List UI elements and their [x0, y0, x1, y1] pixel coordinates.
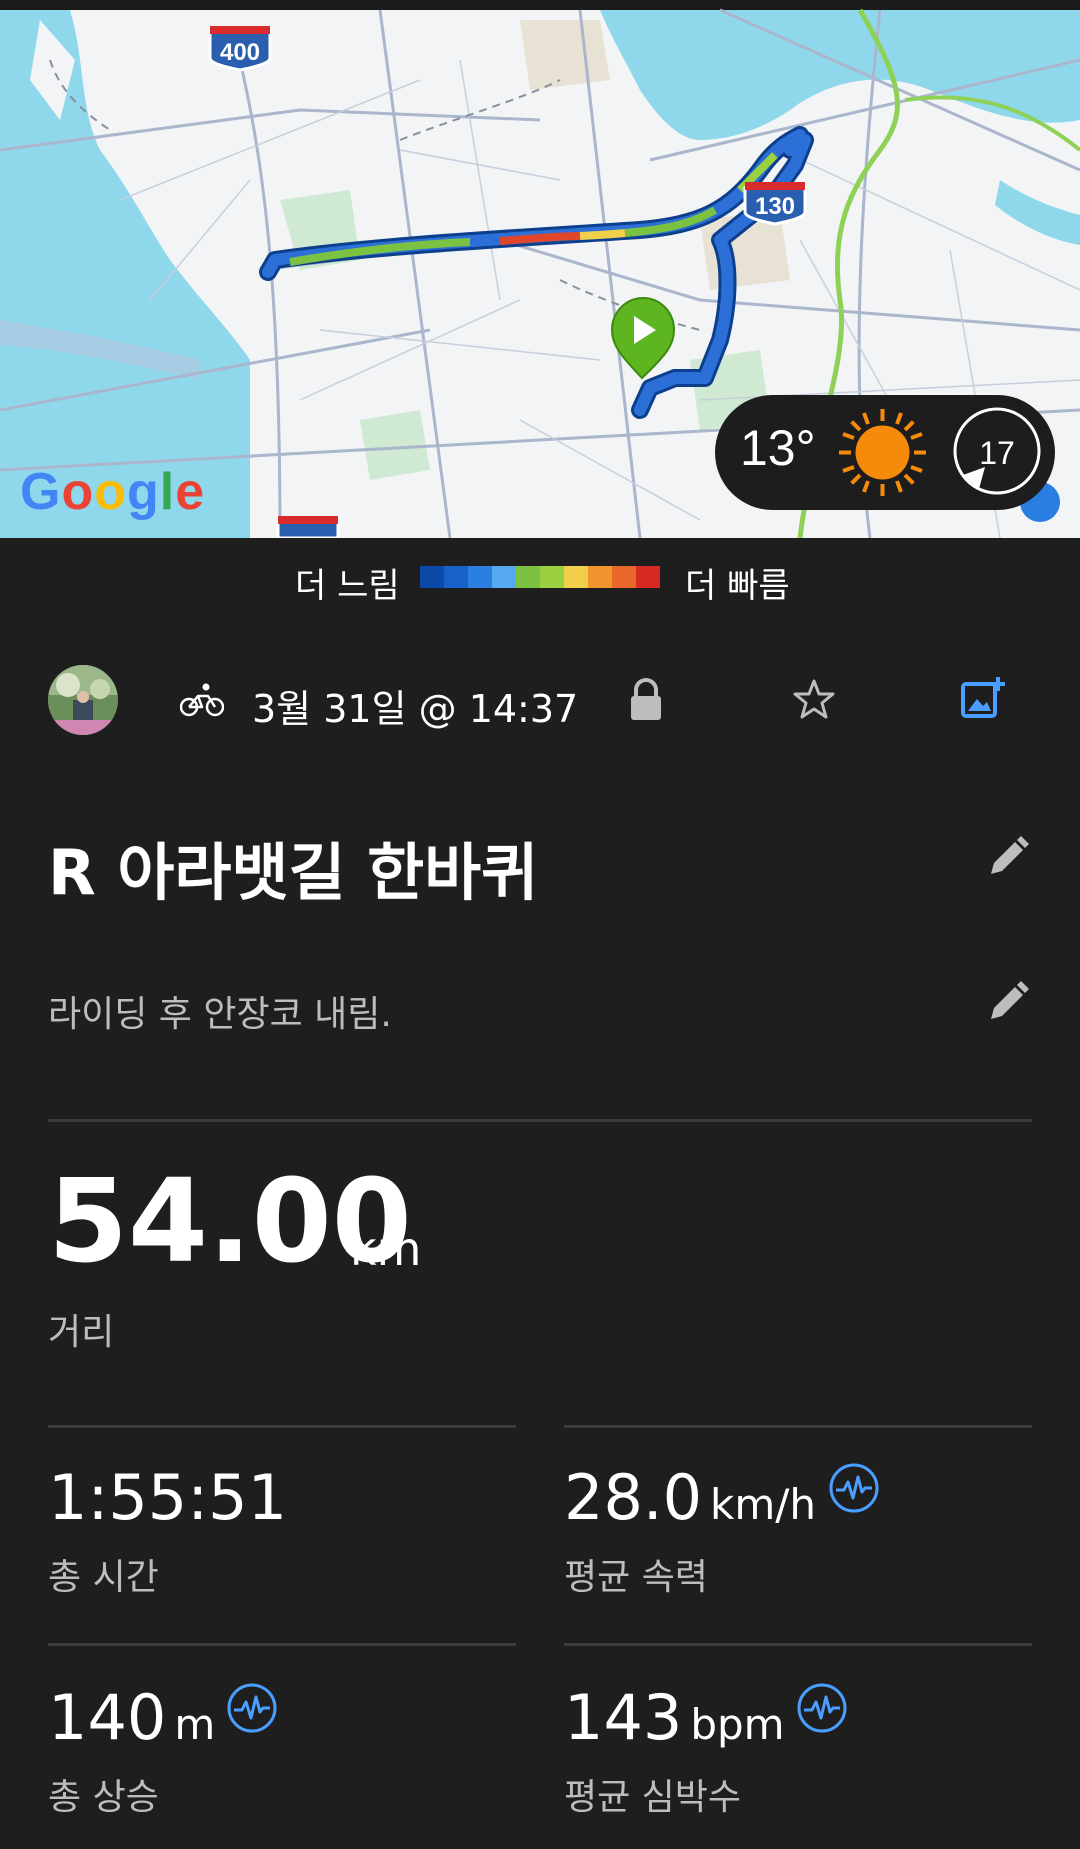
total-ascent-stat: 140 m: [48, 1687, 215, 1749]
google-letter: l: [159, 463, 176, 521]
distance-unit: km: [350, 1222, 422, 1276]
avg-heart-rate-value: 143: [564, 1681, 683, 1754]
avg-heart-rate-unit: bpm: [690, 1700, 785, 1749]
google-letter: e: [175, 463, 206, 521]
shield-400-top: 400: [220, 39, 260, 66]
shield-130: 130: [755, 193, 795, 220]
legend-slow-label: 더 느림: [295, 566, 400, 606]
avatar[interactable]: [48, 665, 118, 735]
legend-swatch: [564, 566, 588, 588]
legend-swatch: [588, 566, 612, 588]
total-ascent-unit: m: [174, 1700, 216, 1749]
legend-swatch: [636, 566, 660, 588]
route-map[interactable]: 400 130 Google 13° 17: [0, 0, 1080, 538]
avg-speed-value: 28.0: [564, 1461, 703, 1534]
activity-description: 라이딩 후 안장코 내림.: [48, 994, 392, 1035]
speed-legend: 더 느림 더 빠름: [0, 538, 1080, 618]
divider: [48, 1119, 1032, 1122]
activity-date: 3월 31일 @ 14:37: [252, 687, 579, 731]
weather-badge: 13° 17: [715, 395, 1055, 510]
sun-icon: [839, 409, 926, 496]
pulse-icon[interactable]: [828, 1462, 880, 1514]
edit-title-icon[interactable]: [986, 835, 1030, 879]
legend-swatch: [540, 566, 564, 588]
total-time-label: 총 시간: [48, 1557, 159, 1598]
wind-indicator: 17: [951, 405, 1043, 497]
legend-swatch: [468, 566, 492, 588]
total-time-value: 1:55:51: [48, 1461, 288, 1534]
avg-heart-rate-label: 평균 심박수: [564, 1777, 742, 1818]
total-ascent-value: 140: [48, 1681, 167, 1754]
divider: [48, 1643, 516, 1646]
divider: [564, 1643, 1032, 1646]
star-icon[interactable]: [793, 678, 835, 720]
avg-speed-stat: 28.0 km/h: [564, 1467, 816, 1529]
avg-heart-rate-stat: 143 bpm: [564, 1687, 785, 1749]
total-ascent-label: 총 상승: [48, 1777, 159, 1818]
google-letter: G: [20, 463, 62, 521]
avatar-photo: [48, 665, 118, 735]
legend-gradient: [420, 566, 660, 588]
weather-temperature: 13°: [740, 420, 816, 476]
pulse-icon[interactable]: [796, 1682, 848, 1734]
pulse-icon[interactable]: [226, 1682, 278, 1734]
legend-swatch: [492, 566, 516, 588]
legend-swatch: [444, 566, 468, 588]
legend-swatch: [612, 566, 636, 588]
add-photo-icon[interactable]: [960, 675, 1006, 721]
activity-title: R 아라뱃길 한바퀴: [48, 836, 539, 909]
google-letter: o: [61, 463, 95, 521]
legend-swatch: [420, 566, 444, 588]
bike-icon: [180, 683, 224, 717]
divider: [564, 1425, 1032, 1428]
avg-speed-label: 평균 속력: [564, 1557, 708, 1598]
google-letter: o: [94, 463, 127, 521]
google-logo: Google: [20, 462, 205, 522]
google-letter: g: [126, 463, 160, 521]
activity-meta-row: 3월 31일 @ 14:37: [0, 660, 1080, 740]
lock-icon[interactable]: [628, 678, 664, 722]
legend-fast-label: 더 빠름: [685, 566, 790, 606]
divider: [48, 1425, 516, 1428]
legend-swatch: [516, 566, 540, 588]
edit-description-icon[interactable]: [986, 980, 1030, 1024]
wind-speed: 17: [979, 435, 1015, 471]
total-time-stat: 1:55:51: [48, 1467, 287, 1529]
avg-speed-unit: km/h: [710, 1480, 817, 1529]
distance-label: 거리: [48, 1312, 115, 1353]
